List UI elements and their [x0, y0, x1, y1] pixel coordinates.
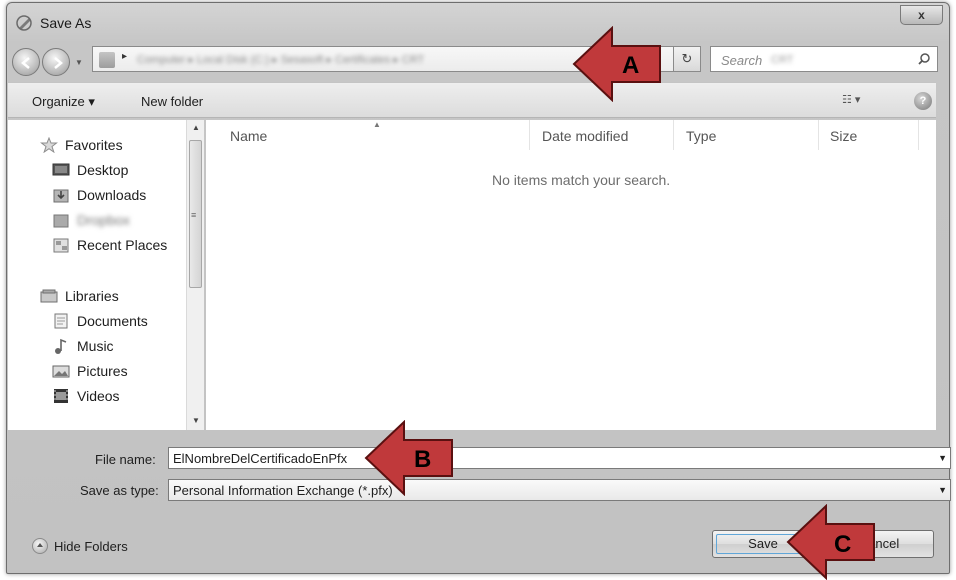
forward-button[interactable]	[42, 48, 70, 76]
callout-arrow-a: A	[572, 26, 661, 102]
file-name-input[interactable]: ElNombreDelCertificadoEnPfx ▼	[168, 447, 951, 469]
nav-label-favorites: Favorites	[65, 137, 123, 153]
callout-label-c: C	[834, 531, 851, 558]
nav-item-libraries[interactable]: Libraries	[40, 286, 119, 306]
nav-label-documents: Documents	[77, 313, 148, 329]
callout-label-a: A	[622, 52, 639, 79]
nav-item-favorites[interactable]: Favorites	[40, 135, 123, 155]
save-as-type-dropdown-icon[interactable]: ▼	[938, 485, 947, 495]
nav-item-downloads[interactable]: Downloads	[52, 185, 146, 205]
back-arrow-icon	[21, 57, 30, 69]
column-header-size[interactable]: Size	[830, 128, 857, 144]
callout-arrow-c: C	[786, 504, 875, 580]
save-as-type-select[interactable]: Personal Information Exchange (*.pfx) ▼	[168, 479, 951, 501]
file-name-value: ElNombreDelCertificadoEnPfx	[173, 451, 348, 466]
search-placeholder: Search	[721, 53, 763, 68]
search-input[interactable]: Search CRT	[710, 46, 938, 72]
new-folder-button[interactable]: New folder	[141, 94, 203, 109]
scroll-up-icon[interactable]: ▲	[192, 123, 200, 132]
desktop-icon	[52, 163, 70, 176]
nav-item-desktop[interactable]: Desktop	[52, 160, 128, 180]
nav-label-downloads: Downloads	[77, 187, 147, 203]
nav-label-music: Music	[77, 338, 114, 354]
breadcrumb-separator[interactable]: ▸	[122, 51, 127, 62]
window-title: Save As	[40, 15, 92, 31]
save-button-label: Save	[748, 536, 778, 551]
callout-arrow-b: B	[364, 420, 453, 496]
forward-arrow-icon	[54, 57, 63, 69]
column-header-date-modified[interactable]: Date modified	[542, 128, 628, 144]
file-list: ▲ Name Date modified Type Size No items …	[206, 120, 936, 430]
hide-folders-button[interactable]: Hide Folders	[32, 538, 128, 554]
file-name-label: File name:	[95, 452, 156, 467]
scroll-grip-icon: ≡	[191, 210, 197, 220]
pictures-icon	[52, 365, 70, 378]
organize-menu[interactable]: Organize ▾	[32, 94, 95, 110]
column-divider[interactable]	[918, 120, 919, 150]
nav-item-blurred[interactable]: Dropbox	[52, 210, 130, 230]
title-bar[interactable]: Save As x	[7, 3, 949, 39]
empty-folder-message: No items match your search.	[492, 172, 671, 188]
search-scope-text: CRT	[771, 54, 794, 66]
search-icon[interactable]	[917, 52, 931, 66]
recent-places-icon	[53, 238, 69, 253]
recent-pages-chevron-icon[interactable]: ▼	[75, 58, 83, 67]
nav-label-desktop: Desktop	[77, 162, 129, 178]
save-as-type-label: Save as type:	[80, 483, 159, 498]
navigation-scrollbar[interactable]: ▲ ≡ ▼	[186, 120, 204, 430]
folder-location-icon	[99, 52, 115, 68]
change-view-button[interactable]: ☷ ▾	[842, 93, 882, 109]
hide-folders-label: Hide Folders	[54, 538, 128, 554]
nav-item-documents[interactable]: Documents	[52, 311, 148, 331]
column-header-name[interactable]: Name	[230, 128, 267, 144]
nav-label-blurred: Dropbox	[77, 212, 130, 228]
videos-icon	[54, 389, 68, 403]
column-header-type[interactable]: Type	[686, 128, 716, 144]
column-divider[interactable]	[673, 120, 674, 150]
nav-item-music[interactable]: Music	[52, 336, 114, 356]
column-divider[interactable]	[529, 120, 530, 150]
help-icon[interactable]: ?	[914, 92, 932, 110]
folder-icon	[53, 214, 69, 228]
scroll-down-icon[interactable]: ▼	[192, 416, 200, 425]
column-divider[interactable]	[818, 120, 819, 150]
music-note-icon	[55, 338, 67, 354]
save-as-type-value: Personal Information Exchange (*.pfx)	[173, 483, 393, 498]
sort-ascending-icon: ▲	[373, 120, 381, 129]
nav-item-recent-places[interactable]: Recent Places	[52, 235, 167, 255]
nav-label-recent-places: Recent Places	[77, 237, 168, 253]
navigation-pane: Favorites Desktop Downloads Dropbox Rece…	[8, 120, 186, 430]
star-icon	[40, 137, 58, 153]
save-as-icon	[16, 15, 32, 31]
nav-label-pictures: Pictures	[77, 363, 128, 379]
documents-icon	[54, 313, 68, 329]
callout-label-b: B	[414, 446, 431, 473]
downloads-folder-icon	[53, 189, 69, 203]
back-button[interactable]	[12, 48, 40, 76]
collapse-up-icon	[32, 538, 48, 554]
refresh-button[interactable]: ↻	[673, 46, 701, 72]
libraries-icon	[40, 289, 58, 303]
nav-item-pictures[interactable]: Pictures	[52, 361, 128, 381]
nav-label-videos: Videos	[77, 388, 120, 404]
breadcrumb-path[interactable]: Computer ▸ Local Disk (C:) ▸ Sesasoft ▸ …	[137, 53, 424, 66]
close-button[interactable]: x	[900, 5, 943, 25]
nav-item-videos[interactable]: Videos	[52, 386, 120, 406]
nav-label-libraries: Libraries	[65, 288, 119, 304]
file-name-dropdown-icon[interactable]: ▼	[938, 453, 947, 463]
command-toolbar: Organize ▾ New folder ☷ ▾ ?	[8, 82, 936, 118]
